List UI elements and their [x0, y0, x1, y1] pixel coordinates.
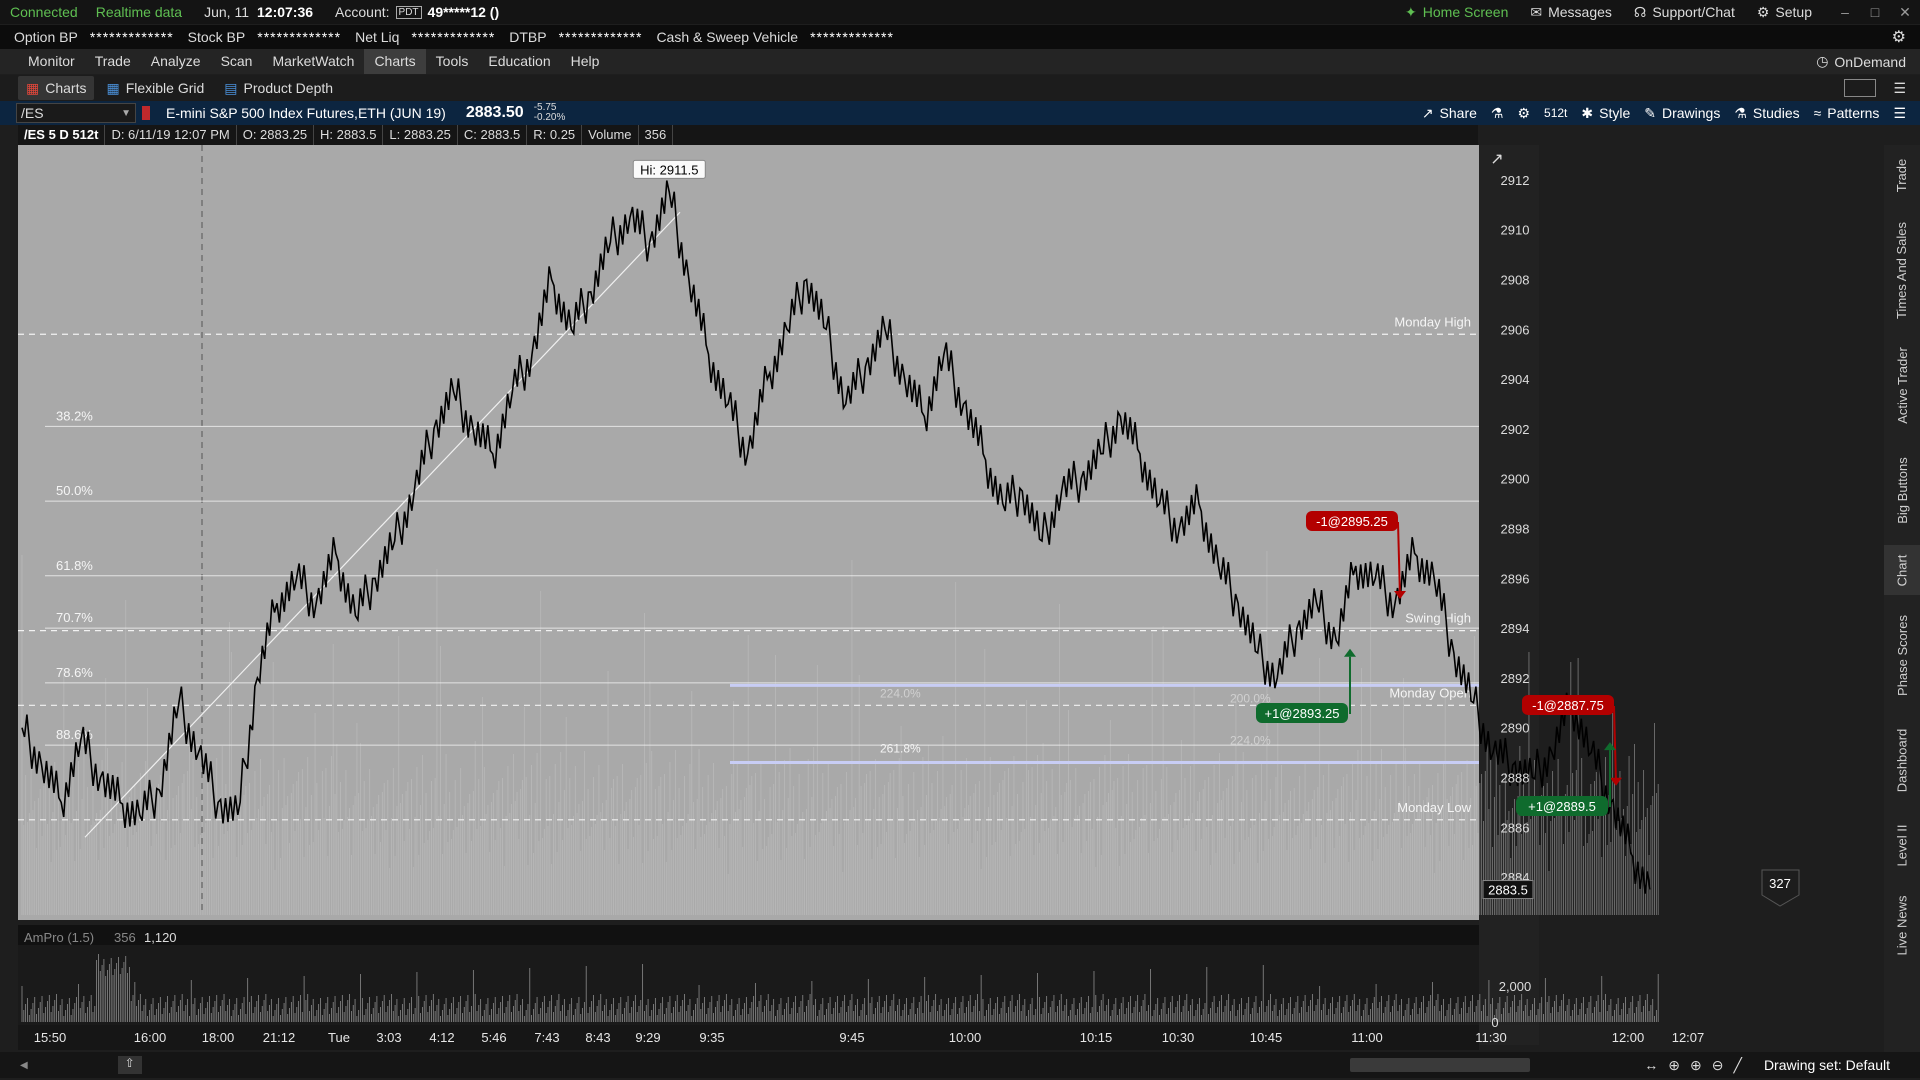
scroll-left-icon[interactable]: ◀: [20, 1060, 28, 1071]
fib-label: 78.6%: [56, 665, 93, 680]
time-tick-label: 10:45: [1250, 1030, 1283, 1045]
extension-label: 261.8%: [880, 742, 921, 756]
study-tick-label: 2,000: [1499, 979, 1532, 994]
chart-scrollbar[interactable]: [1350, 1058, 1530, 1072]
drawing-toggle-icon: ↗: [1490, 151, 1503, 168]
price-tick-label: 2900: [1501, 472, 1530, 487]
chart-menu-icon[interactable]: ☰: [1893, 105, 1906, 122]
expand-panel-icon[interactable]: ⇧: [117, 1056, 142, 1074]
price-tick-label: 2906: [1501, 322, 1530, 337]
price-tick-label: 2908: [1501, 273, 1530, 288]
trade-label: -1@2895.25: [1316, 514, 1388, 529]
zoom-out-icon[interactable]: ⊖: [1712, 1057, 1724, 1074]
settings-gear-icon[interactable]: ⚙: [1892, 27, 1906, 47]
high-label: Hi: 2911.5: [640, 162, 698, 177]
reference-label: Monday High: [1394, 314, 1471, 329]
reference-label: Monday Low: [1397, 800, 1471, 815]
fib-label: 61.8%: [56, 558, 93, 573]
time-tick-label: 11:30: [1475, 1030, 1507, 1045]
bubble-label: 327: [1769, 876, 1791, 891]
draw-line-icon[interactable]: ╱: [1734, 1057, 1742, 1074]
fib-label: 70.7%: [56, 610, 93, 625]
study-value-2: 1,120: [144, 930, 177, 945]
side-tab-phase-scores[interactable]: Phase Scores: [1884, 605, 1920, 705]
trade-label: +1@2889.5: [1528, 799, 1596, 814]
time-tick-label: 8:43: [585, 1030, 610, 1045]
extension-label: 224.0%: [880, 686, 921, 700]
price-tick-label: 2892: [1501, 671, 1530, 686]
price-tick-label: 2898: [1501, 522, 1530, 537]
zoom-in-icon[interactable]: ⊕: [1690, 1057, 1702, 1074]
time-tick-label: 7:43: [534, 1030, 559, 1045]
time-tick-label: 18:00: [202, 1030, 235, 1045]
side-tab-times-and-sales[interactable]: Times And Sales: [1884, 215, 1920, 325]
side-tab-chart[interactable]: Chart: [1884, 545, 1920, 595]
fib-label: 50.0%: [56, 483, 93, 498]
extension-label: 224.0%: [1230, 734, 1271, 748]
price-tick-label: 2894: [1501, 621, 1530, 636]
close-button[interactable]: ✕: [1890, 4, 1920, 21]
reference-label: Monday Open: [1389, 685, 1471, 700]
time-tick-label: 5:46: [481, 1030, 506, 1045]
price-tick-label: 2886: [1501, 820, 1530, 835]
time-tick-label: 21:12: [263, 1030, 296, 1045]
time-tick-label: 15:50: [34, 1030, 67, 1045]
trade-arrow: [1613, 705, 1617, 784]
fib-label: 38.2%: [56, 408, 93, 423]
side-tab-level-ii[interactable]: Level II: [1884, 815, 1920, 875]
time-tick-label: 9:45: [839, 1030, 864, 1045]
side-tab-live-news[interactable]: Live News: [1884, 885, 1920, 965]
study-header: [18, 925, 1479, 945]
time-tick-label: 10:00: [949, 1030, 982, 1045]
crosshair-icon[interactable]: ⊕: [1668, 1057, 1680, 1074]
trade-label: -1@2887.75: [1532, 698, 1604, 713]
last-price-label: 2883.5: [1488, 883, 1528, 898]
price-tick-label: 2902: [1501, 422, 1530, 437]
time-tick-label: 16:00: [134, 1030, 167, 1045]
side-tab-big-buttons[interactable]: Big Buttons: [1884, 445, 1920, 535]
trade-label: +1@2893.25: [1264, 706, 1339, 721]
chart-area[interactable]: 38.2% 50.0% 61.8% 70.7% 78.6% 88.6% 224.0% 261.…: [18, 145, 1800, 1050]
price-tick-label: 2896: [1501, 571, 1530, 586]
study-title: AmPro (1.5): [24, 930, 94, 945]
time-tick-label: 12:00: [1612, 1030, 1645, 1045]
study-tick-label: 0: [1491, 1015, 1498, 1030]
study-value-1: 356: [114, 930, 136, 945]
side-tab-active-trader[interactable]: Active Trader: [1884, 335, 1920, 435]
price-tick-label: 2904: [1501, 372, 1530, 387]
price-tick-label: 2912: [1501, 173, 1530, 188]
time-tick-label: 9:29: [635, 1030, 660, 1045]
time-tick-label: 3:03: [376, 1030, 401, 1045]
menu-list-icon[interactable]: ☰: [1893, 80, 1906, 97]
time-tick-label: 11:00: [1351, 1030, 1383, 1045]
price-chart[interactable]: 38.2%50.0%61.8%70.7%78.6%88.6%224.0%261.…: [0, 0, 1866, 1050]
side-tabs: Trade Times And Sales Active Trader Big …: [1884, 145, 1920, 1075]
side-tab-trade[interactable]: Trade: [1884, 145, 1920, 205]
time-tick-label: Tue: [328, 1030, 350, 1045]
time-tick-label: 4:12: [429, 1030, 454, 1045]
price-tick-label: 2888: [1501, 771, 1530, 786]
pan-icon[interactable]: ↔: [1644, 1057, 1658, 1073]
side-tab-dashboard[interactable]: Dashboard: [1884, 715, 1920, 805]
price-tick-label: 2910: [1501, 223, 1530, 238]
chart-bottom-bar: ◀ ⇧ ↔ ⊕ ⊕ ⊖ ╱ Drawing set: Default: [0, 1052, 1920, 1078]
time-tick-label: 10:15: [1080, 1030, 1113, 1045]
drawing-set-label[interactable]: Drawing set: Default: [1764, 1057, 1890, 1073]
reference-label: Swing High: [1405, 611, 1471, 626]
price-tick-label: 2890: [1501, 721, 1530, 736]
time-tick-label: 9:35: [699, 1030, 724, 1045]
time-tick-label: 10:30: [1162, 1030, 1195, 1045]
time-tick-label: 12:07: [1672, 1030, 1705, 1045]
